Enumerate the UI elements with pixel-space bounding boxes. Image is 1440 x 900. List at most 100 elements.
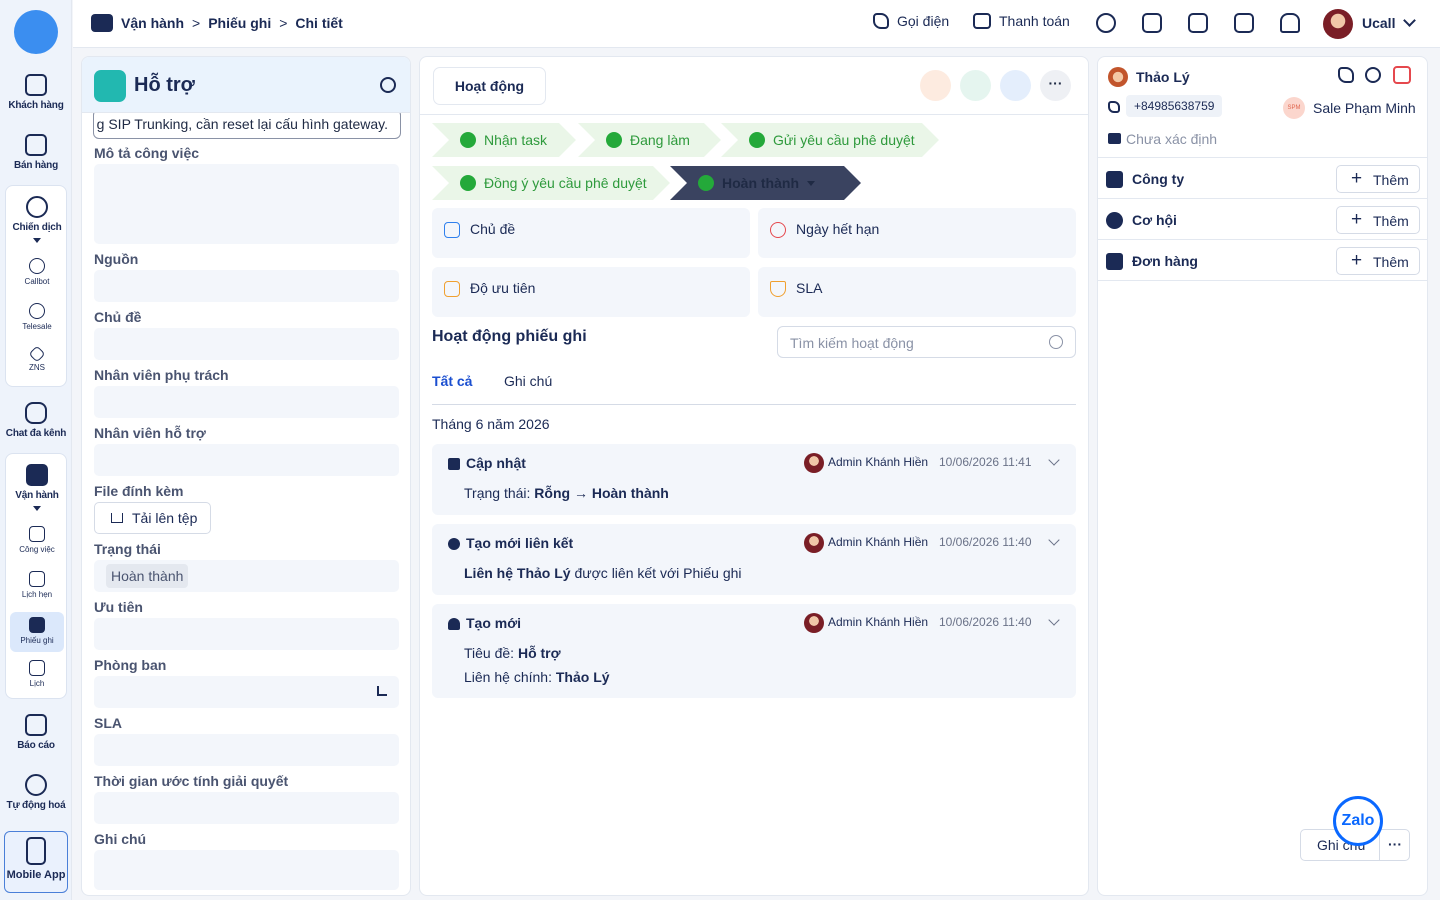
owner-field[interactable] <box>94 386 399 418</box>
card-due-date[interactable]: Ngày hết hạn <box>758 208 1076 258</box>
more-button[interactable]: ··· <box>1379 830 1410 860</box>
wallet-icon <box>973 13 991 29</box>
phone-icon <box>873 13 889 29</box>
topic-field[interactable] <box>94 328 399 360</box>
nav-operations[interactable]: Vận hành <box>1 464 73 511</box>
description-textarea[interactable] <box>94 164 399 244</box>
nav-telesale[interactable]: Telesale <box>6 303 68 331</box>
nav-zns[interactable]: ZNS <box>6 345 68 372</box>
phone-icon[interactable] <box>960 70 991 101</box>
contact-panel: Thảo Lý +84985638759 SPM Sale Phạm Minh … <box>1097 56 1428 896</box>
contact-owner: Sale Phạm Minh <box>1313 100 1416 116</box>
link-icon[interactable] <box>380 77 396 93</box>
mobile-app-button[interactable]: Mobile App <box>4 831 68 893</box>
note-icon[interactable] <box>920 70 951 101</box>
grid-icon <box>444 222 460 238</box>
ticket-title: Hỗ trợ <box>134 74 195 96</box>
ucall-logo[interactable] <box>14 10 58 54</box>
more-icon[interactable]: ··· <box>1040 70 1071 101</box>
edit-icon[interactable] <box>377 686 387 696</box>
bell-icon[interactable] <box>1280 13 1300 33</box>
add-company-button[interactable]: Thêm <box>1336 165 1420 193</box>
activity-item[interactable]: Cập nhật Admin Khánh Hiền 10/06/2026 11:… <box>432 444 1076 515</box>
support-field[interactable] <box>94 444 399 476</box>
card-topic[interactable]: Chủ đề <box>432 208 750 258</box>
filter-all[interactable]: Tất cả <box>432 373 472 389</box>
nav-omnichat[interactable]: Chat đa kênh <box>0 402 72 439</box>
department-field[interactable] <box>94 676 399 708</box>
stage-request-approval[interactable]: Gửi yêu cầu phê duyệt <box>721 123 939 157</box>
stage-received[interactable]: Nhận task <box>432 123 576 157</box>
nav-appointments[interactable]: Lịch hẹn <box>6 571 68 599</box>
call-button[interactable]: Gọi điện <box>873 13 949 29</box>
contact-card-icon <box>25 74 47 96</box>
key-icon <box>1106 212 1123 229</box>
eta-field[interactable] <box>94 792 399 824</box>
activity-search-input[interactable]: Tìm kiếm hoạt động <box>777 326 1076 358</box>
nav-tasks[interactable]: Công việc <box>6 526 68 554</box>
activity-item[interactable]: Tạo mới Admin Khánh Hiền 10/06/2026 11:4… <box>432 604 1076 698</box>
card-sla[interactable]: SLA <box>758 267 1076 317</box>
upload-button[interactable]: Tải lên tệp <box>94 502 211 534</box>
cart-icon <box>1106 253 1123 270</box>
briefcase-icon <box>26 464 48 486</box>
nav-calendar[interactable]: Lịch <box>6 660 68 688</box>
phone-icon[interactable] <box>1338 67 1354 83</box>
ticket-form-panel: g SIP Trunking, cần reset lại cấu hình g… <box>81 56 411 896</box>
user-name[interactable]: Ucall <box>1362 15 1395 31</box>
edit-icon <box>448 458 460 470</box>
mail-icon[interactable] <box>1000 70 1031 101</box>
sla-field[interactable] <box>94 734 399 766</box>
crumb-operations[interactable]: Vận hành <box>121 15 184 31</box>
source-field[interactable] <box>94 270 399 302</box>
label-topic: Chủ đề <box>94 309 142 325</box>
phone-icon <box>29 258 45 274</box>
label-owner: Nhân viên phụ trách <box>94 367 229 383</box>
add-order-button[interactable]: Thêm <box>1336 247 1420 275</box>
label-description: Mô tả công việc <box>94 145 200 161</box>
chevron-down-icon[interactable] <box>1048 614 1060 626</box>
stage-approved[interactable]: Đồng ý yêu cầu phê duyệt <box>432 166 670 200</box>
nav-sales[interactable]: Bán hàng <box>0 134 72 171</box>
headline-input[interactable]: g SIP Trunking, cần reset lại cấu hình g… <box>93 109 401 139</box>
nav-campaign[interactable]: Chiến dịch <box>1 196 73 243</box>
chevron-down-icon[interactable] <box>1403 14 1416 27</box>
activity-item[interactable]: Tạo mới liên kết Admin Khánh Hiền 10/06/… <box>432 524 1076 595</box>
link-icon[interactable] <box>1365 67 1381 83</box>
stage-in-progress[interactable]: Đang làm <box>578 123 721 157</box>
note-field[interactable] <box>94 850 399 890</box>
zalo-chat-button[interactable]: Zalo <box>1333 796 1383 846</box>
add-opportunity-button[interactable]: Thêm <box>1336 206 1420 234</box>
nav-callbot[interactable]: Callbot <box>6 258 68 286</box>
nav-group-campaign: Chiến dịch Callbot Telesale ZNS <box>5 185 67 387</box>
priority-field[interactable] <box>94 618 399 650</box>
message-icon[interactable] <box>1142 13 1162 33</box>
chevron-down-icon <box>33 238 41 243</box>
nav-automation[interactable]: Tự động hoá <box>0 774 72 811</box>
filter-notes[interactable]: Ghi chú <box>504 373 552 389</box>
ticket-outline-icon[interactable] <box>1188 13 1208 33</box>
chevron-down-icon[interactable] <box>1048 454 1060 466</box>
chevron-right-icon: > <box>192 15 201 31</box>
chevron-down-icon[interactable] <box>1048 534 1060 546</box>
tab-activity[interactable]: Hoạt động <box>433 67 546 105</box>
nav-reports[interactable]: Báo cáo <box>0 714 72 751</box>
crumb-tickets[interactable]: Phiếu ghi <box>208 15 271 31</box>
crumb-detail: Chi tiết <box>295 15 343 31</box>
nav-customers[interactable]: Khách hàng <box>0 74 72 111</box>
headset-icon <box>29 303 45 319</box>
contact-phone[interactable]: +84985638759 <box>1126 95 1223 117</box>
section-company: Công tyThêm <box>1098 158 1427 199</box>
settings-icon[interactable] <box>1096 13 1116 33</box>
status-field[interactable]: Hoàn thành <box>94 560 399 592</box>
unlink-icon[interactable] <box>1393 66 1411 84</box>
book-icon[interactable] <box>1234 13 1254 33</box>
chart-icon <box>25 714 47 736</box>
nav-tickets[interactable]: Phiếu ghi <box>10 612 64 652</box>
stage-completed[interactable]: Hoàn thành <box>670 166 861 200</box>
avatar <box>804 533 824 553</box>
contact-name[interactable]: Thảo Lý <box>1136 69 1190 85</box>
user-avatar[interactable] <box>1323 9 1353 39</box>
payment-button[interactable]: Thanh toán <box>973 13 1070 29</box>
card-priority[interactable]: Độ ưu tiên <box>432 267 750 317</box>
